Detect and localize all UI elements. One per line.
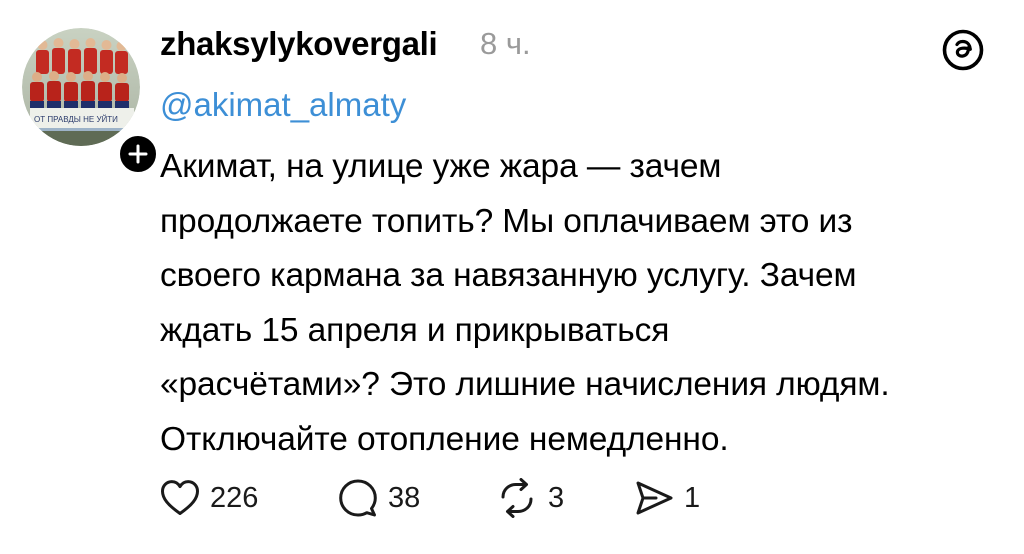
mention-link[interactable]: @akimat_almaty [160,83,406,127]
follow-button[interactable] [115,131,161,177]
heart-icon [161,480,199,515]
post-text-line: «расчётами»? Это лишние начисления людям… [160,366,890,403]
share-count: 1 [684,482,701,514]
post-text-line: своего кармана за навязанную услугу. Зач… [160,257,857,294]
post-text-line: Отключайте отопление немедленно. [160,420,729,458]
plus-icon [128,144,148,164]
reply-button[interactable]: 38 [338,470,420,526]
speech-bubble-icon [339,479,377,517]
repost-count: 3 [548,482,565,514]
reply-count: 38 [388,482,421,514]
post-body: Акимат, на улице уже жара — зачем продол… [160,140,1010,467]
send-arrow-icon [636,481,673,515]
threads-logo-icon [940,27,986,73]
post-text-line: ждать 15 апреля и прикрываться [160,311,670,349]
like-count: 226 [210,482,259,514]
like-button[interactable]: 226 [160,470,258,526]
repost-arrows-icon [501,478,533,518]
post-timestamp: 8 ч. [480,26,531,61]
avatar[interactable]: ОТ ПРАВДЫ НЕ УЙТИ [22,28,140,146]
avatar-image: ОТ ПРАВДЫ НЕ УЙТИ [22,28,140,146]
repost-button[interactable]: 3 [496,470,564,526]
svg-text:ОТ ПРАВДЫ НЕ УЙТИ: ОТ ПРАВДЫ НЕ УЙТИ [34,115,118,124]
post-text-line: продолжаете топить? Мы оплачиваем это из [160,202,853,240]
share-button[interactable]: 1 [634,470,700,526]
post-text-line: Акимат, на улице уже жара — зачем [160,148,722,185]
avatar-banner-text: ОТ ПРАВДЫ НЕ УЙТИ [34,115,118,124]
username[interactable]: zhaksylykovergali [160,22,438,66]
avatar-container: ОТ ПРАВДЫ НЕ УЙТИ [22,28,161,177]
